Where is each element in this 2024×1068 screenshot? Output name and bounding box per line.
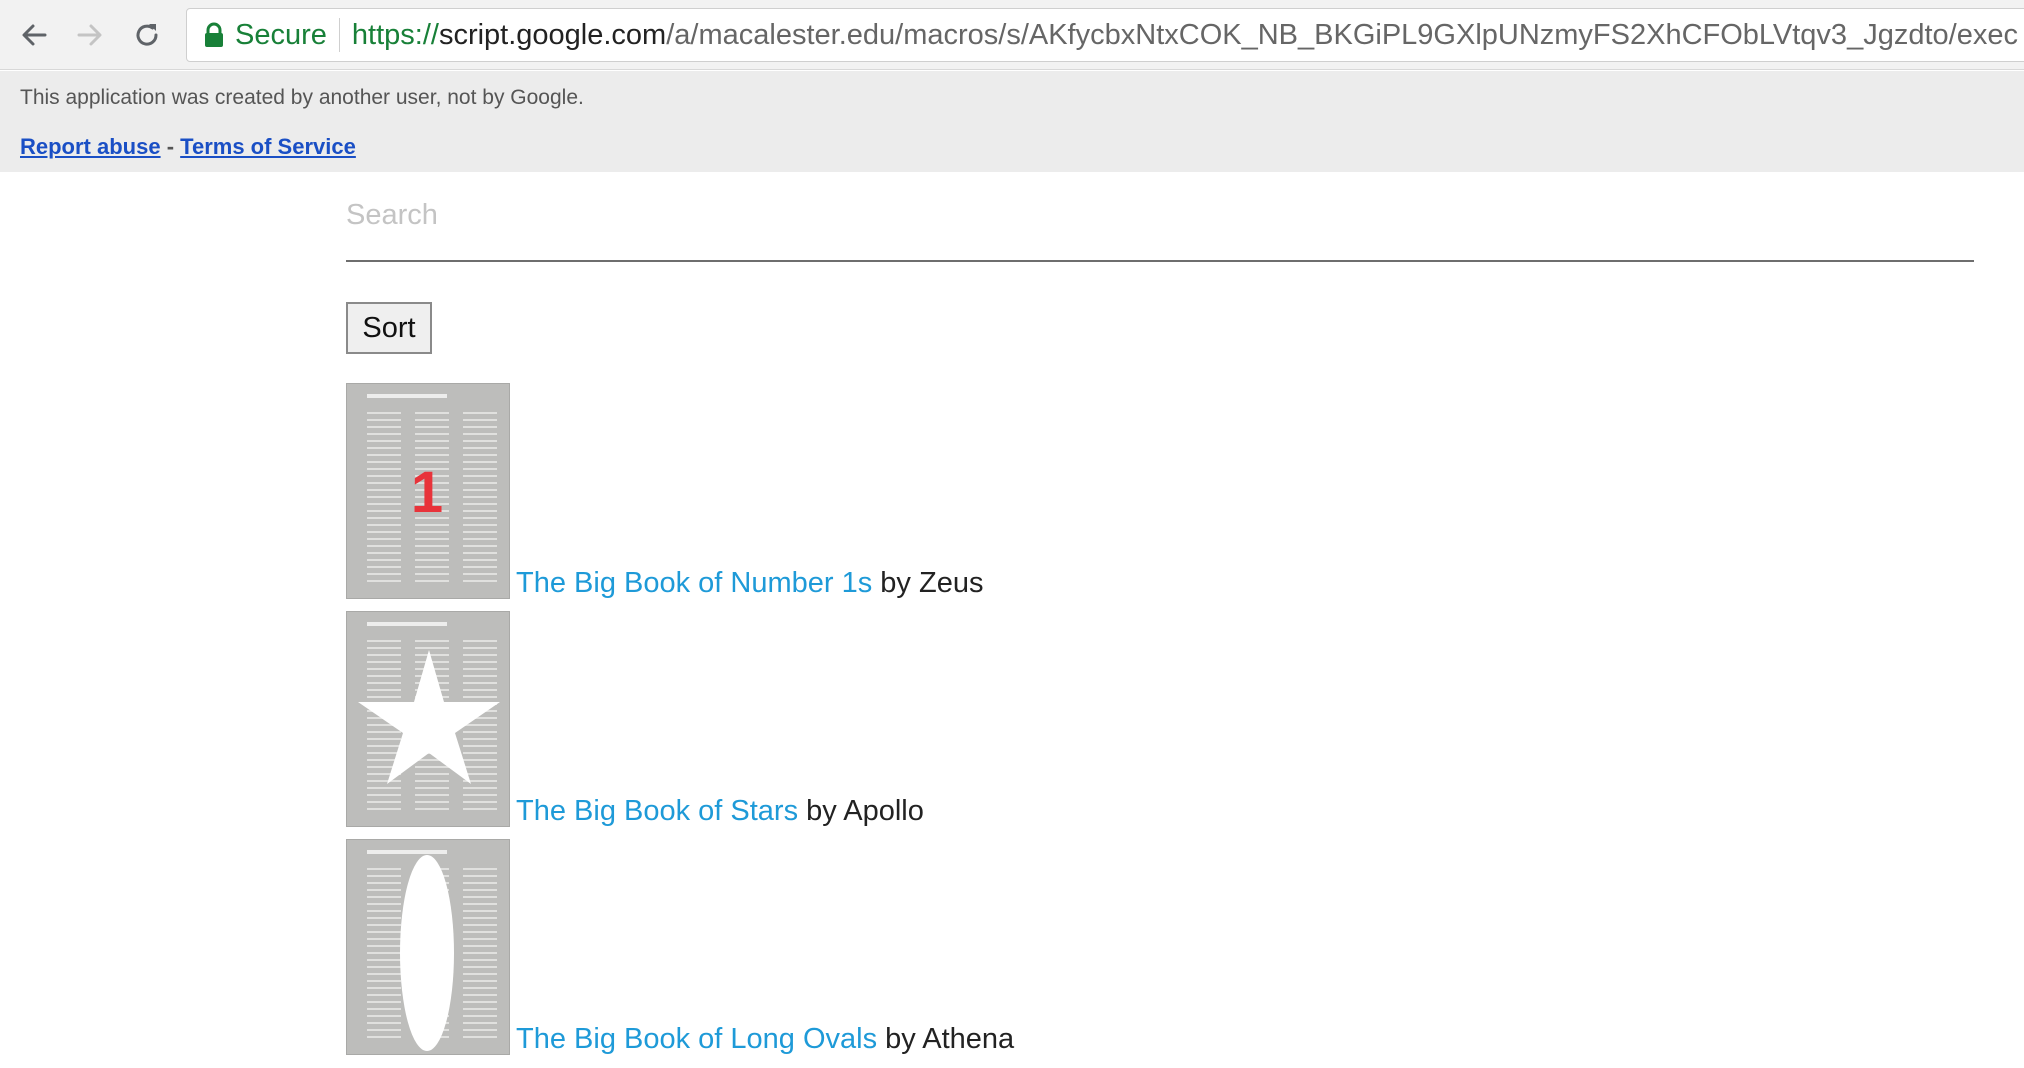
book-title-link[interactable]: The Big Book of Number 1s bbox=[516, 567, 872, 599]
apps-script-warning-banner: This application was created by another … bbox=[0, 71, 2024, 172]
url-scheme: https:// bbox=[351, 18, 439, 51]
number-one-cover-art: 1 bbox=[411, 460, 443, 525]
reload-icon bbox=[136, 24, 158, 46]
arrow-left-icon bbox=[22, 24, 47, 46]
search-field bbox=[346, 186, 1974, 262]
book-title-link[interactable]: The Big Book of Long Ovals bbox=[516, 1023, 877, 1055]
book-cover-image bbox=[346, 611, 510, 827]
address-bar[interactable]: Secure https://script.google.com/a/macal… bbox=[186, 8, 2024, 62]
back-button[interactable] bbox=[14, 15, 54, 55]
terms-of-service-link[interactable]: Terms of Service bbox=[180, 134, 356, 159]
star-cover-art bbox=[358, 650, 500, 784]
banner-notice: This application was created by another … bbox=[20, 86, 584, 109]
link-separator: - bbox=[166, 134, 175, 159]
book-title-link[interactable]: The Big Book of Stars bbox=[516, 795, 798, 827]
browser-toolbar: Secure https://script.google.com/a/macal… bbox=[0, 0, 2024, 70]
svg-text:1: 1 bbox=[411, 460, 443, 525]
reload-button[interactable] bbox=[127, 15, 167, 55]
book-author: by Zeus bbox=[880, 567, 984, 599]
search-input[interactable] bbox=[346, 186, 1974, 244]
address-divider bbox=[338, 18, 340, 52]
url-host: script.google.com bbox=[438, 18, 667, 51]
book-author: by Athena bbox=[885, 1023, 1015, 1055]
book-cover-image: 1 bbox=[346, 383, 510, 599]
book-info: The Big Book of Stars by Apollo bbox=[516, 795, 924, 828]
secure-label: Secure bbox=[235, 18, 327, 51]
report-abuse-link[interactable]: Report abuse bbox=[20, 134, 161, 159]
book-info: The Big Book of Number 1s by Zeus bbox=[516, 567, 983, 600]
arrow-right-icon bbox=[77, 24, 102, 46]
sort-button[interactable]: Sort bbox=[346, 302, 432, 354]
url-path: /a/macalester.edu/macros/s/AKfycbxNtxCOK… bbox=[666, 18, 2018, 51]
long-oval-cover-art bbox=[400, 855, 454, 1051]
book-author: by Apollo bbox=[806, 795, 924, 827]
forward-button[interactable] bbox=[70, 15, 110, 55]
book-info: The Big Book of Long Ovals by Athena bbox=[516, 1023, 1014, 1056]
lock-icon bbox=[203, 22, 225, 48]
book-cover-image bbox=[346, 839, 510, 1055]
banner-links: Report abuse - Terms of Service bbox=[20, 134, 356, 160]
